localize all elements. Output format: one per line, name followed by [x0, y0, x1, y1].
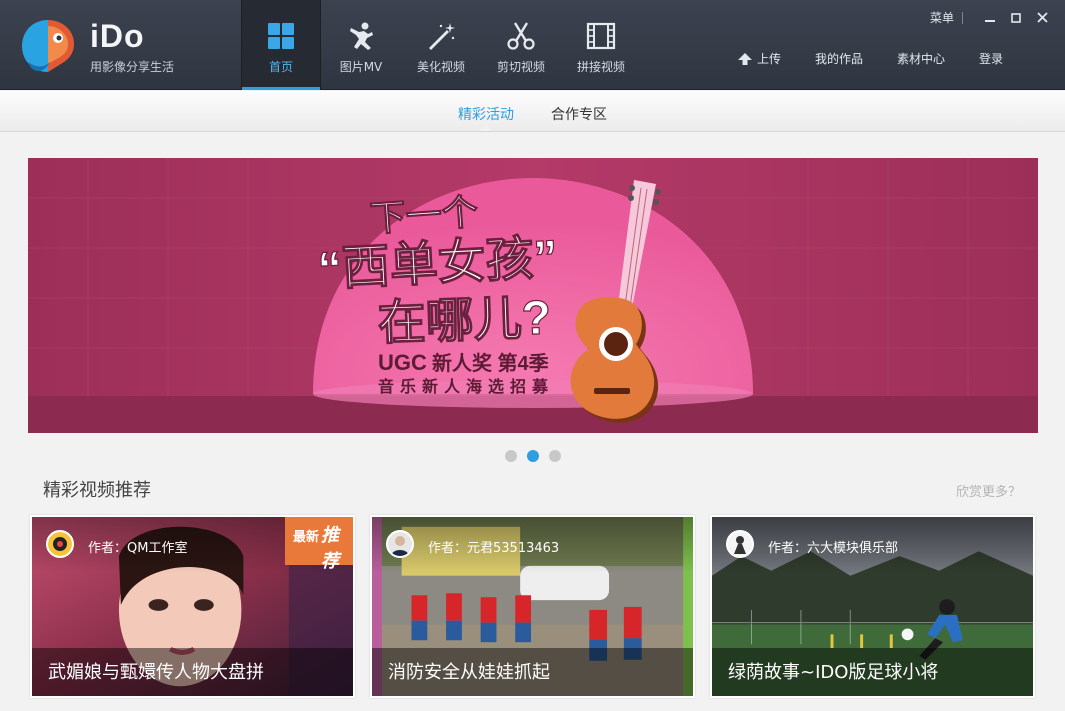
banner-artwork: 下一个 “西单女孩” 在哪儿? UGC 新人奖 第4季 音乐新人海选招募	[28, 158, 1038, 433]
film-strip-icon	[586, 22, 616, 50]
account-links: 上传 我的作品 素材中心 登录	[738, 50, 1037, 67]
brand-name: iDo	[90, 18, 145, 54]
avatar-image-icon	[728, 532, 752, 556]
author-avatar[interactable]	[46, 530, 74, 558]
home-grid-icon	[268, 23, 294, 49]
banner-line3: 在哪儿?	[377, 291, 552, 350]
nav-join-video-label: 拼接视频	[576, 60, 625, 74]
carousel-dot-3[interactable]	[549, 450, 561, 462]
main-nav: 首页 图片MV 美化视频 剪切视频 拼接视频	[241, 0, 641, 90]
my-works-link[interactable]: 我的作品	[815, 50, 863, 67]
upload-arrow-icon	[738, 52, 752, 65]
window-controls: 菜单	[930, 9, 1051, 26]
video-card[interactable]: 作者：QM工作室 最新 推荐 武媚娘与甄嬛传人物大盘拼	[30, 515, 355, 698]
author-avatar[interactable]	[726, 530, 754, 558]
window-menu-button[interactable]: 菜单	[930, 9, 954, 26]
nav-beautify-video-label: 美化视频	[416, 60, 465, 74]
carousel-indicator	[505, 450, 571, 462]
nav-beautify-video[interactable]: 美化视频	[401, 0, 481, 90]
video-title: 绿荫故事~IDO版足球小将	[728, 662, 939, 683]
video-title: 武媚娘与甄嬛传人物大盘拼	[48, 662, 264, 683]
login-link[interactable]: 登录	[979, 50, 1003, 67]
carousel-dot-1[interactable]	[505, 450, 517, 462]
video-card[interactable]: 作者：元君53513463 消防安全从娃娃抓起	[370, 515, 695, 698]
video-title: 消防安全从娃娃抓起	[388, 662, 550, 683]
magic-wand-icon	[429, 23, 455, 50]
sub-tabs: 精彩活动 合作专区	[0, 91, 1065, 132]
material-center-link[interactable]: 素材中心	[897, 50, 945, 67]
badge-new: 最新	[293, 530, 320, 545]
tab-activities[interactable]: 精彩活动	[458, 104, 514, 124]
banner-line1: 下一个	[369, 191, 480, 239]
nav-photo-mv-label: 图片MV	[339, 60, 383, 74]
avatar-image-icon	[388, 532, 412, 556]
close-button[interactable]	[1033, 10, 1051, 26]
window-controls-divider	[962, 11, 964, 24]
badge-recommend: 推荐	[321, 525, 339, 572]
author-name: 作者：QM工作室	[88, 541, 188, 556]
nav-home[interactable]: 首页	[241, 0, 321, 90]
carousel-dot-2[interactable]	[527, 450, 539, 462]
nav-cut-video[interactable]: 剪切视频	[481, 0, 561, 90]
video-card[interactable]: 作者：六大模块俱乐部 绿荫故事~IDO版足球小将	[710, 515, 1035, 698]
upload-label: 上传	[757, 52, 782, 66]
see-more-link[interactable]: 欣赏更多？	[956, 481, 1021, 500]
tab-cooperation[interactable]: 合作专区	[551, 104, 607, 124]
close-icon	[1036, 12, 1048, 23]
promo-banner[interactable]: 下一个 “西单女孩” 在哪儿? UGC 新人奖 第4季 音乐新人海选招募	[28, 158, 1038, 433]
maximize-icon	[1011, 12, 1021, 23]
nav-join-video[interactable]: 拼接视频	[561, 0, 641, 90]
avatar-image-icon	[48, 532, 72, 556]
minimize-button[interactable]	[981, 10, 999, 26]
ido-logo-icon	[22, 20, 74, 72]
nav-cut-video-label: 剪切视频	[496, 60, 545, 74]
nav-photo-mv[interactable]: 图片MV	[321, 0, 401, 90]
minimize-icon	[985, 19, 996, 22]
dancing-person-icon	[350, 22, 373, 50]
scissors-icon	[507, 22, 535, 50]
brand-slogan: 用影像分享生活	[90, 60, 175, 74]
banner-ugc: UGC	[378, 350, 427, 375]
section-title: 精彩视频推荐	[43, 480, 151, 501]
banner-recruit: 音乐新人海选招募	[378, 377, 554, 396]
active-tab-caret	[480, 124, 492, 131]
upload-link[interactable]: 上传	[738, 50, 781, 67]
recommend-badge: 最新 推荐	[285, 517, 353, 572]
title-bar: iDo 用影像分享生活 首页 图片MV 美化视频 剪切视频 拼接视频 上传 我的…	[0, 0, 1065, 90]
author-name: 作者：六大模块俱乐部	[768, 541, 899, 556]
author-name: 作者：元君53513463	[428, 541, 560, 556]
nav-home-label: 首页	[268, 60, 293, 74]
banner-season: 新人奖 第4季	[432, 351, 549, 375]
author-avatar[interactable]	[386, 530, 414, 558]
maximize-button[interactable]	[1007, 10, 1025, 26]
